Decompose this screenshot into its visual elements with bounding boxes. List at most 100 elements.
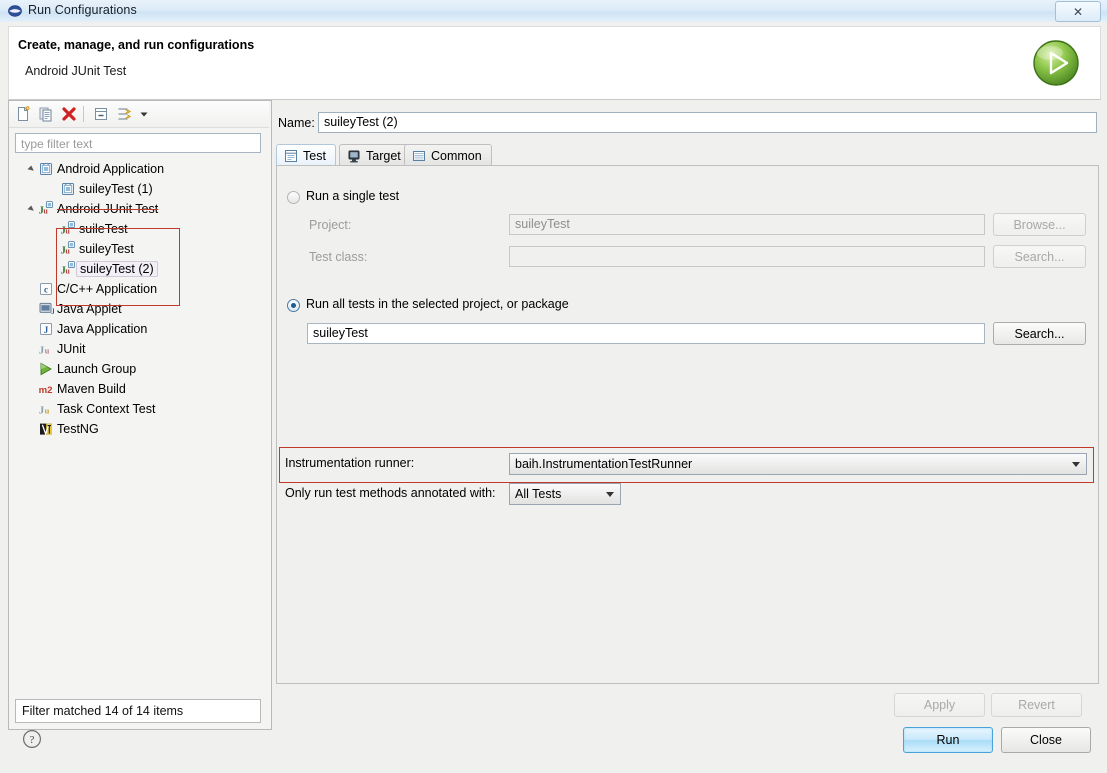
revert-button[interactable]: Revert <box>991 693 1082 717</box>
launch-group-icon <box>37 359 55 379</box>
tree-item-label: Java Application <box>57 322 148 336</box>
run-single-test-radio[interactable] <box>287 191 300 204</box>
test-tab-icon <box>283 148 298 163</box>
tree-item-label: TestNG <box>57 422 99 436</box>
tab-test-label: Test <box>303 148 326 163</box>
tree-item[interactable]: J Java Applet <box>15 299 263 319</box>
test-class-input[interactable] <box>509 246 985 267</box>
delete-configuration-icon[interactable] <box>59 104 79 124</box>
configuration-editor: Name: suileyTest (2) Test Target Common … <box>276 100 1099 728</box>
help-icon[interactable]: ? <box>22 729 42 749</box>
test-tab-panel: Run a single test Project: suileyTest Br… <box>276 165 1099 684</box>
junit-android-icon: Ju <box>59 219 77 239</box>
svg-text:?: ? <box>30 734 35 746</box>
tree-item-label: suileyTest (1) <box>79 182 153 196</box>
tree-item[interactable]: Ju suileTest <box>15 219 263 239</box>
common-tab-icon <box>411 148 426 163</box>
configurations-tree[interactable]: Android Application suileyTest (1) Ju Andro… <box>15 159 263 694</box>
run-configurations-dialog: Run Configurations ✕ Create, manage, and… <box>0 0 1107 773</box>
android-app-icon <box>59 179 77 199</box>
tab-common[interactable]: Common <box>404 144 492 166</box>
test-class-label: Test class: <box>309 250 368 264</box>
tree-item-label: Task Context Test <box>57 402 156 416</box>
package-input[interactable]: suileyTest <box>307 323 985 344</box>
tree-item[interactable]: Launch Group <box>15 359 263 379</box>
duplicate-configuration-icon[interactable] <box>36 104 56 124</box>
apply-button[interactable]: Apply <box>894 693 985 717</box>
tree-item[interactable]: Android Application <box>15 159 263 179</box>
run-all-tests-label[interactable]: Run all tests in the selected project, o… <box>306 297 569 311</box>
test-class-search-button[interactable]: Search... <box>993 245 1086 268</box>
new-configuration-icon[interactable] <box>13 104 33 124</box>
filter-icon[interactable] <box>114 104 134 124</box>
tree-item-label: suileyTest (2) <box>76 261 158 277</box>
instrumentation-runner-value: baih.InstrumentationTestRunner <box>515 457 693 471</box>
tree-item[interactable]: c C/C++ Application <box>15 279 263 299</box>
tab-common-label: Common <box>431 148 482 163</box>
chevron-down-icon[interactable] <box>137 104 151 124</box>
configurations-panel: type filter text Android Application suil… <box>8 100 272 730</box>
close-button[interactable]: Close <box>1001 727 1091 753</box>
window-close-button[interactable]: ✕ <box>1055 1 1101 22</box>
run-button[interactable]: Run <box>903 727 993 753</box>
project-browse-button[interactable]: Browse... <box>993 213 1086 236</box>
tree-item-label: JUnit <box>57 342 86 356</box>
package-search-button[interactable]: Search... <box>993 322 1086 345</box>
run-all-tests-radio[interactable] <box>287 299 300 312</box>
cpp-icon: c <box>37 279 55 299</box>
tree-item-label: suileTest <box>79 222 128 236</box>
tree-item-label: Android JUnit Test <box>57 202 159 216</box>
project-input[interactable]: suileyTest <box>509 214 985 235</box>
tab-target-label: Target <box>366 148 401 163</box>
maven-icon: m2 <box>37 379 55 399</box>
task-context-icon: Ju <box>37 399 55 419</box>
svg-text:c: c <box>44 285 48 295</box>
annotated-with-label: Only run test methods annotated with: <box>285 486 496 500</box>
tree-item-label: C/C++ Application <box>57 282 158 296</box>
tree-item[interactable]: Ju suileyTest (2) <box>15 259 263 279</box>
tree-item[interactable]: m2 Maven Build <box>15 379 263 399</box>
name-input[interactable]: suileyTest (2) <box>318 112 1097 133</box>
tree-item-label: Launch Group <box>57 362 137 376</box>
collapse-all-icon[interactable] <box>91 104 111 124</box>
chevron-down-icon <box>606 492 614 497</box>
configurations-toolbar <box>9 101 269 128</box>
tree-item[interactable]: TestNG <box>15 419 263 439</box>
tab-target[interactable]: Target <box>339 144 411 166</box>
project-label: Project: <box>309 218 352 232</box>
tree-item-label: Android Application <box>57 162 165 176</box>
annotated-with-combo[interactable]: All Tests <box>509 483 621 505</box>
eclipse-icon <box>8 4 22 18</box>
window-title: Run Configurations <box>28 3 137 17</box>
tree-item[interactable]: suileyTest (1) <box>15 179 263 199</box>
tree-item-label: Maven Build <box>57 382 126 396</box>
expander-open-icon[interactable] <box>25 199 37 219</box>
svg-text:J: J <box>44 325 49 335</box>
annotated-with-value: All Tests <box>515 487 562 501</box>
filter-input[interactable]: type filter text <box>15 133 261 153</box>
run-single-test-label[interactable]: Run a single test <box>306 189 399 203</box>
junit-icon: Ju <box>37 339 55 359</box>
dialog-body: Create, manage, and run configurations A… <box>0 22 1107 773</box>
chevron-down-icon <box>1072 462 1080 467</box>
tab-test[interactable]: Test <box>276 144 336 166</box>
instrumentation-runner-combo[interactable]: baih.InstrumentationTestRunner <box>509 453 1087 475</box>
tree-item[interactable]: Ju Task Context Test <box>15 399 263 419</box>
tree-item[interactable]: J Java Application <box>15 319 263 339</box>
tree-item[interactable]: Ju Android JUnit Test <box>15 199 263 219</box>
expander-open-icon[interactable] <box>25 159 37 179</box>
tree-item[interactable]: Ju JUnit <box>15 339 263 359</box>
svg-text:u: u <box>45 406 50 416</box>
page-title: Create, manage, and run configurations <box>18 38 255 52</box>
tree-item[interactable]: Ju suileyTest <box>15 239 263 259</box>
junit-android-icon: Ju <box>37 199 55 219</box>
page-subtitle: Android JUnit Test <box>25 64 127 78</box>
